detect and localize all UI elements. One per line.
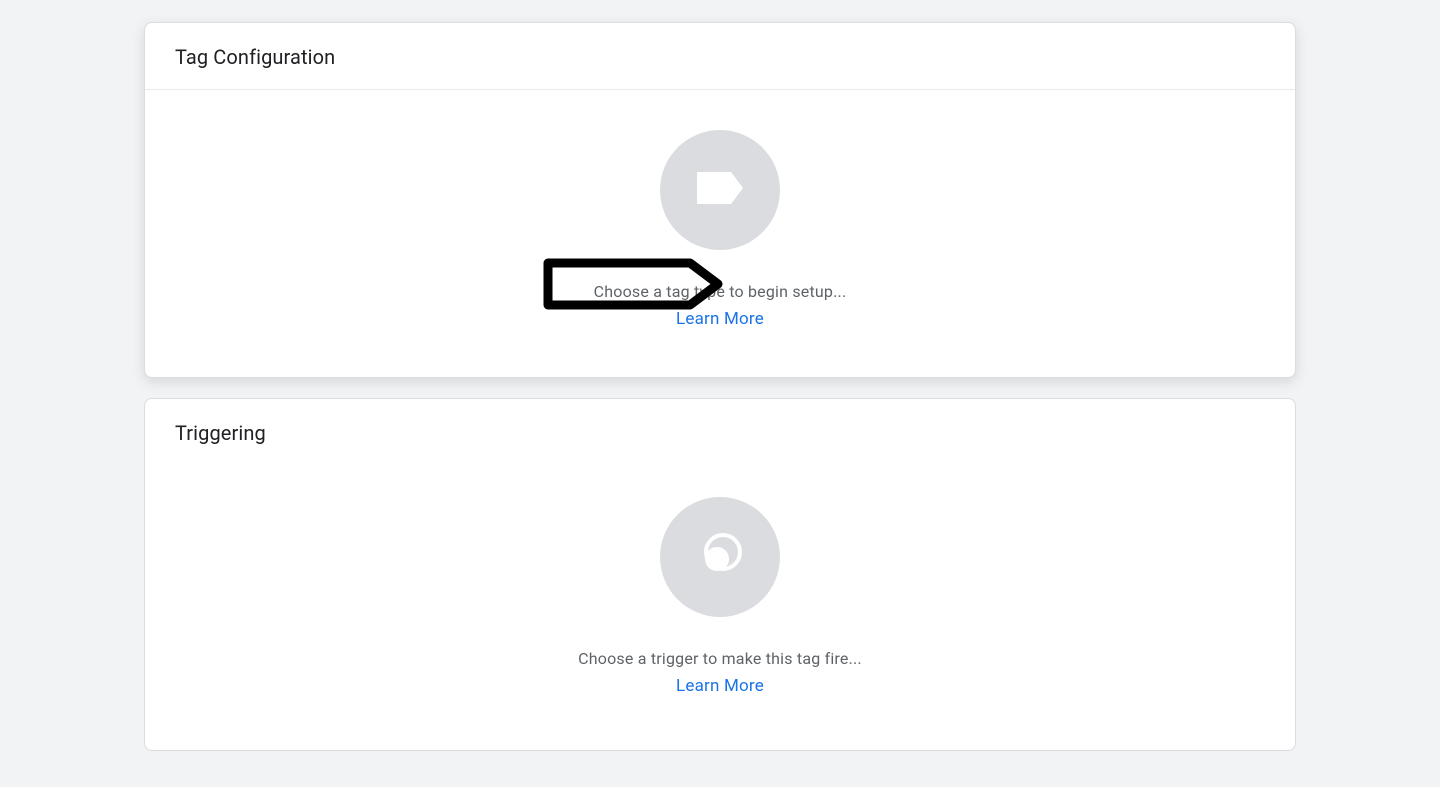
triggering-card: Triggering Choose a trigger to make this… [144, 398, 1296, 751]
tag-configuration-card: Tag Configuration Choose a tag type to b… [144, 22, 1296, 378]
triggering-title: Triggering [145, 399, 1295, 465]
tag-config-help-text: Choose a tag type to begin setup... [594, 282, 847, 301]
tag-configuration-body[interactable]: Choose a tag type to begin setup... Lear… [145, 90, 1295, 377]
triggering-learn-more-link[interactable]: Learn More [676, 676, 764, 696]
trigger-placeholder-circle [660, 497, 780, 617]
tag-configuration-title: Tag Configuration [145, 23, 1295, 90]
tag-config-learn-more-link[interactable]: Learn More [676, 309, 764, 329]
tag-placeholder-circle [660, 130, 780, 250]
triggering-help-text: Choose a trigger to make this tag fire..… [578, 649, 862, 668]
triggering-body[interactable]: Choose a trigger to make this tag fire..… [145, 465, 1295, 750]
trigger-icon [695, 530, 745, 584]
tag-editor-container: Tag Configuration Choose a tag type to b… [144, 22, 1296, 751]
tag-icon [695, 170, 745, 210]
